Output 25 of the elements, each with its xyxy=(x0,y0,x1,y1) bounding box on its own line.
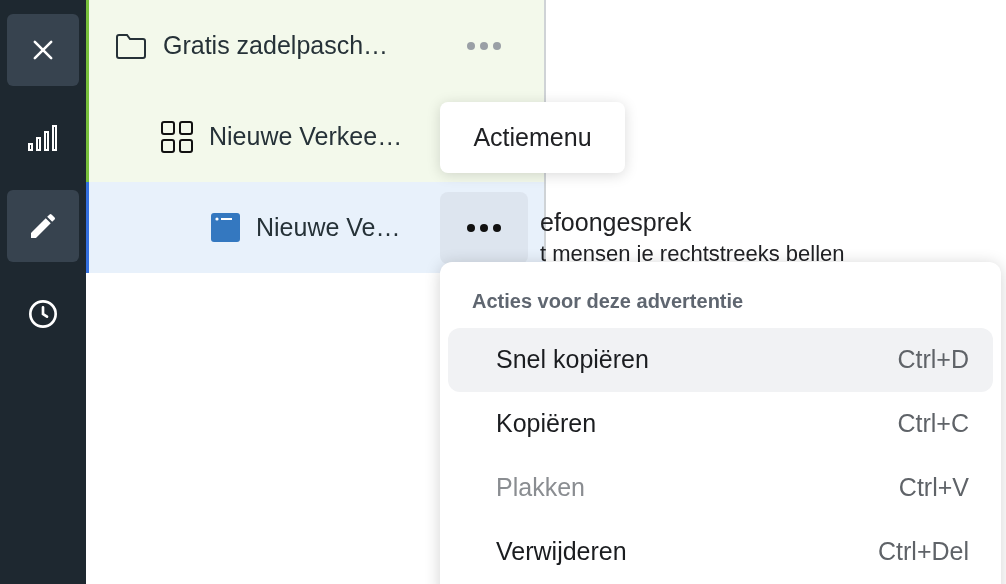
sidebar-button[interactable] xyxy=(7,190,79,262)
more-button[interactable] xyxy=(440,191,528,264)
menu-item-label: Kopiëren xyxy=(496,408,597,440)
shortcut-label: Ctrl+Del xyxy=(878,536,969,568)
tooltip: Actiemenu xyxy=(440,102,625,173)
bar-chart-icon xyxy=(27,124,59,152)
ellipsis-icon xyxy=(466,222,502,233)
clock-icon xyxy=(27,298,59,330)
menu-item-label: Plakken xyxy=(496,472,585,504)
menu-item[interactable]: Kopiëren Ctrl+C xyxy=(448,392,993,456)
ad-icon xyxy=(211,213,240,242)
menu-item-label: Snel kopiëren xyxy=(496,344,649,376)
grid-icon xyxy=(161,120,193,153)
shortcut-label: Ctrl+V xyxy=(898,472,969,504)
folder-icon xyxy=(115,31,147,60)
tree-row[interactable]: Gratis zadelpasch… xyxy=(86,0,544,91)
menu-item[interactable]: Verwijderen Ctrl+Del xyxy=(448,520,993,584)
tree-label: Gratis zadelpasch… xyxy=(163,29,390,61)
shortcut-label: Ctrl+D xyxy=(897,344,969,376)
menu-header: Acties voor deze advertentie xyxy=(471,289,745,314)
shortcut-label: Ctrl+C xyxy=(897,408,969,440)
tree-label: Nieuwe Ve… xyxy=(256,211,402,243)
menu-item-label: Verwijderen xyxy=(496,536,627,568)
menu-item[interactable]: Snel kopiëren Ctrl+D xyxy=(448,328,993,392)
ellipsis-icon xyxy=(466,40,502,51)
